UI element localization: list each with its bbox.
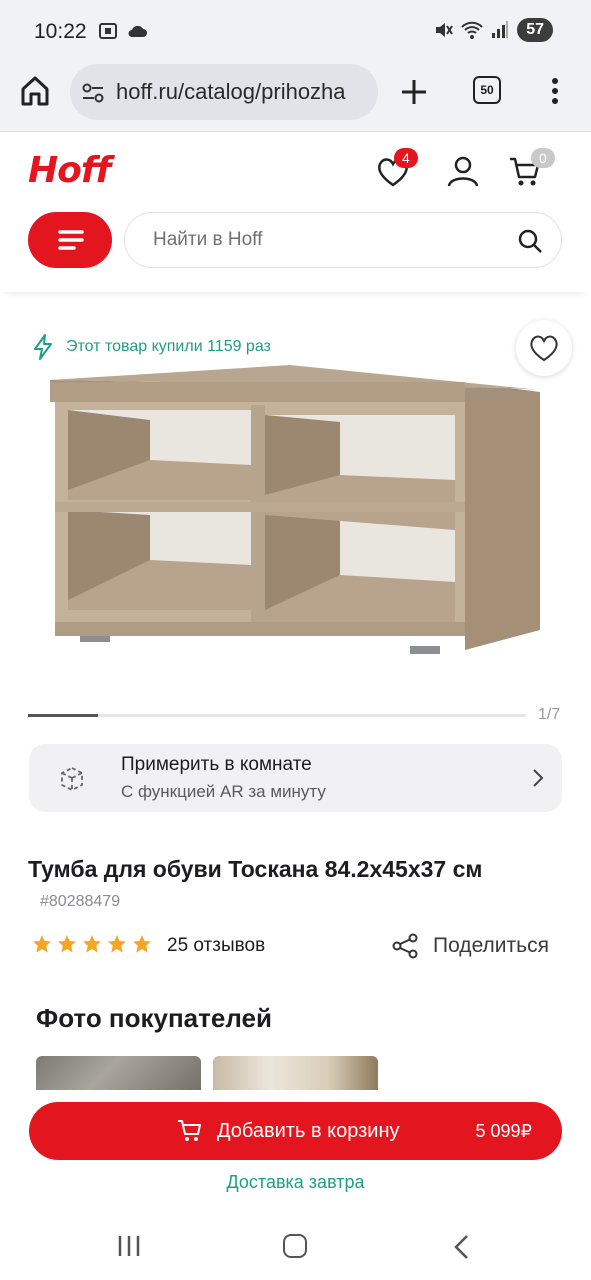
hoff-logo[interactable]: Hoff <box>28 150 111 191</box>
browser-toolbar: hoff.ru/catalog/prihozha 50 <box>0 62 591 132</box>
delivery-info[interactable]: Доставка завтра <box>0 1172 591 1193</box>
star-icon <box>33 935 51 953</box>
screenshot-icon <box>99 23 117 39</box>
more-menu-icon[interactable] <box>545 76 565 106</box>
ar-title: Примерить в комнате <box>121 754 312 775</box>
add-to-cart-label: Добавить в корзину <box>217 1120 400 1142</box>
recent-apps-icon[interactable] <box>117 1235 141 1257</box>
menu-lines-icon <box>58 230 84 250</box>
bought-count-badge: Этот товар купили 1159 раз <box>32 334 271 360</box>
add-to-cart-button[interactable]: Добавить в корзину 5 099₽ <box>29 1102 562 1160</box>
product-image[interactable] <box>40 360 560 670</box>
star-icon <box>83 935 101 953</box>
gallery-progress-fill <box>28 714 98 717</box>
share-icon <box>392 933 418 959</box>
status-system-icons: 57 <box>433 18 553 42</box>
home-nav-button[interactable] <box>283 1234 307 1258</box>
cart-icon <box>178 1120 201 1141</box>
slide-counter: 1/7 <box>538 706 561 723</box>
cloud-icon <box>128 25 147 37</box>
search-icon[interactable] <box>517 228 543 254</box>
mute-icon <box>436 23 454 37</box>
battery-indicator: 57 <box>517 18 553 42</box>
ar-try-in-room-button[interactable]: Примерить в комнате С функцией AR за мин… <box>29 744 562 812</box>
cart-count-badge: 0 <box>531 148 555 168</box>
tab-switcher-button[interactable]: 50 <box>473 76 501 104</box>
search-box[interactable] <box>124 212 562 268</box>
url-text[interactable]: hoff.ru/catalog/prihozha <box>116 79 370 105</box>
ar-subtitle: С функцией AR за минуту <box>121 782 326 801</box>
star-icon <box>108 935 126 953</box>
home-icon[interactable] <box>18 74 52 108</box>
chevron-right-icon <box>533 769 544 787</box>
status-notification-icons <box>98 21 148 41</box>
address-bar[interactable]: hoff.ru/catalog/prihozha <box>70 64 378 120</box>
star-icon <box>133 935 151 953</box>
system-nav-bar <box>0 1210 591 1280</box>
reviews-link[interactable]: 25 отзывов <box>167 935 265 957</box>
product-sku: #80288479 <box>40 893 121 910</box>
favorites-count-badge: 4 <box>394 148 418 168</box>
heart-icon <box>530 335 558 362</box>
star-icon <box>58 935 76 953</box>
price: 5 099₽ <box>475 1121 533 1141</box>
rating-stars[interactable] <box>32 934 152 954</box>
wifi-icon <box>461 21 483 39</box>
share-label: Поделиться <box>433 934 549 957</box>
user-profile-icon[interactable] <box>446 154 480 188</box>
signal-icon <box>492 21 509 38</box>
bought-count-text: Этот товар купили 1159 раз <box>66 338 271 355</box>
status-time: 10:22 <box>34 20 87 43</box>
status-bar: 10:22 57 <box>0 0 591 62</box>
share-button[interactable]: Поделиться <box>391 932 549 960</box>
catalog-menu-button[interactable] <box>28 212 112 268</box>
site-header: Hoff 4 0 <box>0 132 591 292</box>
customer-photos-heading: Фото покупателей <box>36 1003 272 1033</box>
ar-cube-icon <box>61 766 83 792</box>
product-title: Тумба для обуви Тоскана 84.2x45x37 см <box>28 856 483 882</box>
site-settings-icon[interactable] <box>80 80 106 106</box>
search-input[interactable] <box>153 229 493 251</box>
lightning-icon <box>34 334 52 360</box>
back-icon[interactable] <box>452 1234 470 1260</box>
new-tab-icon[interactable] <box>396 74 432 110</box>
gallery-progress-bar <box>28 714 526 717</box>
